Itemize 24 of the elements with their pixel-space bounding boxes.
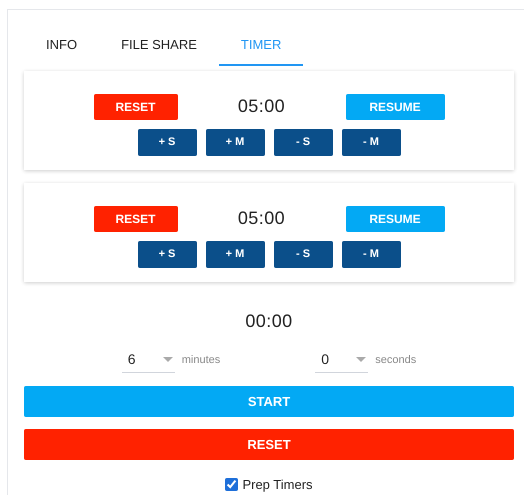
checkbox-label: Prep Timers — [242, 476, 313, 494]
reset-button[interactable]: RESET — [94, 94, 178, 120]
adjust-button[interactable]: + M — [206, 129, 264, 156]
reset-button[interactable]: RESET — [94, 206, 178, 232]
adjust-button[interactable]: - S — [274, 241, 332, 268]
unit-label: minutes — [182, 352, 220, 368]
tab[interactable]: INFO — [24, 25, 100, 66]
adjust-button[interactable]: + M — [206, 241, 264, 268]
adjust-button[interactable]: + S — [138, 241, 196, 268]
timer-display: 00:00 — [245, 310, 293, 333]
tab[interactable]: FILE SHARE — [99, 25, 219, 66]
timer-display: 05:00 — [236, 207, 286, 230]
adjust-button[interactable]: - M — [342, 241, 400, 268]
reset-button[interactable]: RESET — [24, 429, 514, 460]
adjust-button[interactable]: - S — [274, 129, 332, 156]
unit-label: seconds — [375, 352, 416, 368]
dropdown-arrow-icon — [162, 357, 173, 362]
dropdown-arrow-icon — [356, 357, 366, 362]
timer-display: 05:00 — [236, 95, 286, 118]
adjust-button[interactable]: - M — [342, 129, 400, 156]
adjust-button[interactable]: + S — [138, 129, 196, 156]
select-field[interactable]: 6 — [122, 347, 175, 373]
select-field[interactable]: 0 — [315, 347, 368, 373]
checkbox[interactable] — [225, 478, 238, 492]
